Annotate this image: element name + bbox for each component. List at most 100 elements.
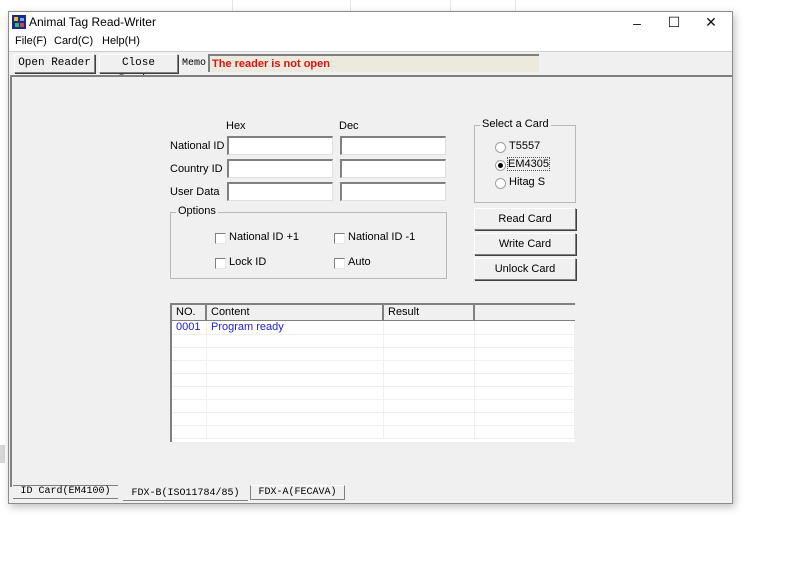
log-cell-extra xyxy=(475,373,575,386)
select-card-title: Select a Card xyxy=(480,118,551,130)
window-title: Animal Tag Read-Writer xyxy=(29,15,156,29)
log-row[interactable] xyxy=(172,347,575,361)
national-id-label: National ID xyxy=(170,140,225,152)
maximize-button[interactable]: ☐ xyxy=(656,12,692,33)
log-cell-no xyxy=(172,373,207,386)
log-cell-no xyxy=(172,425,207,438)
log-cell-content xyxy=(207,347,384,360)
log-cell-result xyxy=(384,386,475,399)
log-row[interactable] xyxy=(172,386,575,400)
memo-status-field: The reader is not open xyxy=(208,54,539,72)
log-row[interactable] xyxy=(172,334,575,348)
radio-em4305[interactable] xyxy=(495,160,506,171)
log-row[interactable] xyxy=(172,373,575,387)
log-cell-result xyxy=(384,412,475,425)
column-header-extra xyxy=(475,305,575,320)
read-card-button[interactable]: Read Card xyxy=(474,208,576,230)
log-cell-extra xyxy=(475,360,575,373)
write-card-button[interactable]: Write Card xyxy=(474,233,576,255)
column-header-content[interactable]: Content xyxy=(207,305,384,320)
log-cell-result xyxy=(384,321,475,334)
log-row[interactable]: 0001 Program ready xyxy=(172,321,575,335)
log-cell-result xyxy=(384,399,475,412)
country-id-hex-input[interactable] xyxy=(227,159,333,178)
radio-t5557[interactable] xyxy=(495,142,506,153)
national-id-dec-input[interactable] xyxy=(340,136,446,155)
log-cell-result xyxy=(384,360,475,373)
log-row[interactable] xyxy=(172,360,575,374)
national-id-plus-label[interactable]: National ID +1 xyxy=(229,231,299,243)
lock-id-checkbox[interactable] xyxy=(215,258,226,269)
select-card-group: Select a Card T5557 EM4305 Hitag S xyxy=(474,118,576,203)
log-cell-content xyxy=(207,412,384,425)
national-id-hex-input[interactable] xyxy=(227,136,333,155)
log-cell-result xyxy=(384,334,475,347)
close-icon: ✕ xyxy=(705,14,717,30)
options-group: Options National ID +1 National ID -1 Lo… xyxy=(170,205,447,279)
tab-fdx-a[interactable]: FDX-A(FECAVA) xyxy=(250,485,345,500)
log-row[interactable] xyxy=(172,412,575,426)
open-reader-button[interactable]: Open Reader xyxy=(14,54,95,73)
log-cell-result xyxy=(384,347,475,360)
radio-em4305-label[interactable]: EM4305 xyxy=(507,157,550,171)
tab-fdx-b[interactable]: FDX-B(ISO11784/85) xyxy=(123,486,248,501)
log-cell-no: 0001 xyxy=(172,321,207,334)
log-cell-result xyxy=(384,425,475,438)
log-cell-no xyxy=(172,334,207,347)
log-cell-content xyxy=(207,399,384,412)
user-data-dec-input[interactable] xyxy=(340,182,446,201)
national-id-minus-label[interactable]: National ID -1 xyxy=(348,231,415,243)
log-cell-content xyxy=(207,360,384,373)
tab-id-card[interactable]: ID Card(EM4100) xyxy=(13,485,118,499)
log-cell-no xyxy=(172,386,207,399)
log-cell-content xyxy=(207,425,384,438)
log-cell-extra xyxy=(475,399,575,412)
log-cell-no xyxy=(172,412,207,425)
country-id-dec-input[interactable] xyxy=(340,159,446,178)
column-header-result[interactable]: Result xyxy=(384,305,475,320)
title-bar: Animal Tag Read-Writer – ☐ ✕ xyxy=(9,12,732,33)
toolbar: Open Reader Close Reader Memo The reader… xyxy=(9,51,732,86)
auto-checkbox[interactable] xyxy=(334,258,345,269)
log-cell-extra xyxy=(475,334,575,347)
dec-column-label: Dec xyxy=(339,120,359,132)
log-cell-no xyxy=(172,360,207,373)
options-title: Options xyxy=(176,205,218,217)
hex-column-label: Hex xyxy=(226,120,246,132)
log-cell-content xyxy=(207,373,384,386)
log-grid[interactable]: NO. Content Result 0001 Program ready xyxy=(170,303,575,442)
menu-help[interactable]: Help(H) xyxy=(102,35,140,47)
memo-label: Memo xyxy=(182,58,207,69)
column-header-no[interactable]: NO. xyxy=(172,305,207,320)
log-cell-content: Program ready xyxy=(207,321,384,334)
close-reader-button[interactable]: Close Reader xyxy=(99,54,178,86)
log-cell-extra xyxy=(475,386,575,399)
menu-bar: File(F) Card(C) Help(H) xyxy=(9,33,732,51)
radio-hitag-s-label[interactable]: Hitag S xyxy=(509,176,545,188)
log-cell-no xyxy=(172,399,207,412)
log-cell-content xyxy=(207,334,384,347)
user-data-hex-input[interactable] xyxy=(227,182,333,201)
unlock-card-button[interactable]: Unlock Card xyxy=(474,258,576,280)
radio-hitag-s[interactable] xyxy=(495,178,506,189)
menu-card[interactable]: Card(C) xyxy=(54,35,93,47)
log-row[interactable] xyxy=(172,425,575,439)
minimize-icon: – xyxy=(633,14,641,31)
national-id-minus-checkbox[interactable] xyxy=(334,233,345,244)
app-window: Animal Tag Read-Writer – ☐ ✕ File(F) Car… xyxy=(8,11,733,504)
log-cell-extra xyxy=(475,321,575,334)
auto-label[interactable]: Auto xyxy=(348,256,371,268)
log-row[interactable] xyxy=(172,399,575,413)
log-cell-extra xyxy=(475,412,575,425)
lock-id-label[interactable]: Lock ID xyxy=(229,256,266,268)
national-id-plus-checkbox[interactable] xyxy=(215,233,226,244)
minimize-button[interactable]: – xyxy=(619,12,655,33)
background-scroll-mark xyxy=(0,445,5,463)
log-cell-result xyxy=(384,373,475,386)
radio-t5557-label[interactable]: T5557 xyxy=(509,140,540,152)
log-grid-header: NO. Content Result xyxy=(172,305,575,321)
app-icon xyxy=(12,15,26,29)
close-button[interactable]: ✕ xyxy=(693,12,729,33)
menu-file[interactable]: File(F) xyxy=(15,35,47,47)
log-cell-no xyxy=(172,347,207,360)
